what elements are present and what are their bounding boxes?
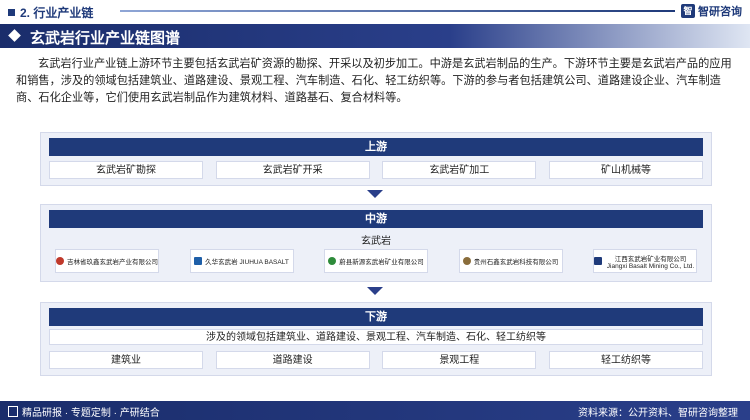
downstream-item: 轻工纺织等 <box>548 351 703 369</box>
midstream-panel: 中游 玄武岩 吉林省玖鑫玄武岩产业有限公司 久华玄武岩 JIUHUA BASAL… <box>40 204 712 282</box>
document-icon <box>8 406 18 417</box>
top-bar: 2. 行业产业链 智智研咨询 <box>0 0 750 22</box>
top-divider <box>120 10 675 12</box>
company-name: 吉林省玖鑫玄武岩产业有限公司 <box>67 259 158 266</box>
logo-mark-icon <box>194 257 203 265</box>
downstream-panel: 下游 涉及的领域包括建筑业、道路建设、景观工程、汽车制造、石化、轻工纺织等 建筑… <box>40 302 712 376</box>
title-band: 玄武岩行业产业链图谱 <box>0 24 750 48</box>
square-icon <box>8 9 15 16</box>
upstream-panel: 上游 玄武岩矿勘探 玄武岩矿开采 玄武岩矿加工 矿山机械等 <box>40 132 712 186</box>
logo-mark-icon <box>462 257 471 265</box>
company-logo: 江西玄武岩矿业有限公司 Jiangxi Basalt Mining Co., L… <box>593 249 697 273</box>
logo-mark-icon <box>56 257 64 265</box>
company-logos-row: 吉林省玖鑫玄武岩产业有限公司 久华玄武岩 JIUHUA BASALT 蔚县新源玄… <box>55 249 697 273</box>
upstream-head: 上游 <box>49 138 703 156</box>
company-logo: 贵州石鑫玄武岩科技有限公司 <box>458 249 563 273</box>
company-name: 久华玄武岩 JIUHUA BASALT <box>205 259 289 266</box>
company-name: 江西玄武岩矿业有限公司 Jiangxi Basalt Mining Co., L… <box>606 255 695 270</box>
company-logo: 久华玄武岩 JIUHUA BASALT <box>189 249 294 273</box>
arrow-down-icon <box>367 287 383 295</box>
footer-left: 精品研报 · 专题定制 · 产研结合 <box>8 404 160 419</box>
company-name: 贵州石鑫玄武岩科技有限公司 <box>473 259 559 266</box>
logo-mark-icon <box>594 257 602 265</box>
upstream-item: 矿山机械等 <box>548 161 703 179</box>
intro-paragraph: 玄武岩行业产业链上游环节主要包括玄武岩矿资源的勘探、开采以及初步加工。中游是玄武… <box>16 58 732 104</box>
brand-name: 智研咨询 <box>698 6 742 18</box>
company-logo: 蔚县新源玄武岩矿业有限公司 <box>324 249 428 273</box>
upstream-item: 玄武岩矿加工 <box>382 161 537 179</box>
company-logo: 吉林省玖鑫玄武岩产业有限公司 <box>55 249 159 273</box>
downstream-row: 建筑业 道路建设 景观工程 轻工纺织等 <box>49 351 703 369</box>
downstream-item: 景观工程 <box>382 351 537 369</box>
downstream-item: 建筑业 <box>49 351 203 369</box>
footer-bar: 精品研报 · 专题定制 · 产研结合 资料来源：公开资料、智研咨询整理 <box>0 401 750 420</box>
downstream-head: 下游 <box>49 308 703 326</box>
midstream-sub: 玄武岩 <box>361 236 391 247</box>
footer-source: 资料来源：公开资料、智研咨询整理 <box>578 408 738 419</box>
footer-slogan: 精品研报 · 专题定制 · 产研结合 <box>22 408 160 419</box>
page-title: 玄武岩行业产业链图谱 <box>30 30 181 47</box>
upstream-item: 玄武岩矿勘探 <box>49 161 203 179</box>
logo-mark-icon <box>328 257 337 265</box>
upstream-row: 玄武岩矿勘探 玄武岩矿开采 玄武岩矿加工 矿山机械等 <box>49 161 703 179</box>
brand: 智智研咨询 <box>681 3 742 19</box>
upstream-item: 玄武岩矿开采 <box>215 161 370 179</box>
company-name: 蔚县新源玄武岩矿业有限公司 <box>339 259 424 266</box>
diamond-icon <box>8 29 21 42</box>
downstream-item: 道路建设 <box>215 351 370 369</box>
section-label: 2. 行业产业链 <box>8 4 93 21</box>
midstream-head: 中游 <box>49 210 703 228</box>
downstream-sub: 涉及的领域包括建筑业、道路建设、景观工程、汽车制造、石化、轻工纺织等 <box>49 329 703 345</box>
section-label-text: 2. 行业产业链 <box>20 6 94 20</box>
arrow-down-icon <box>367 190 383 198</box>
brand-logo-icon: 智 <box>681 4 695 18</box>
